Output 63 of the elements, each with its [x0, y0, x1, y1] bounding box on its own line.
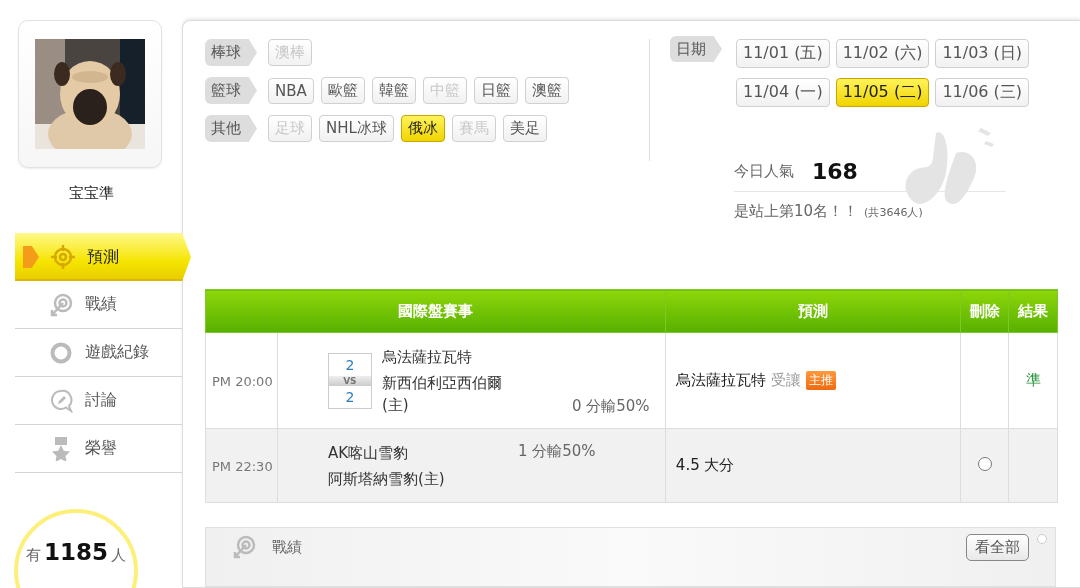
- league-button[interactable]: 韓籃: [371, 77, 416, 104]
- rank-text: 是站上第10名！！: [734, 202, 859, 221]
- nav-item[interactable]: 戰績: [15, 281, 182, 329]
- nav-label: 討論: [85, 390, 117, 411]
- league-button[interactable]: 日籃: [473, 77, 518, 104]
- nav-label: 戰績: [85, 294, 117, 315]
- column-header: 國際盤賽事: [205, 289, 666, 333]
- match-time: PM 20:00: [211, 373, 273, 389]
- date-button[interactable]: 11/05 (二): [835, 78, 930, 107]
- column-header: 結果: [1008, 289, 1058, 333]
- nav-item[interactable]: 預測: [15, 233, 191, 281]
- card-title: 戰績: [272, 537, 303, 557]
- nav-item[interactable]: 討論: [15, 377, 182, 425]
- date-button[interactable]: 11/01 (五): [736, 39, 830, 68]
- team-name: 烏法薩拉瓦特: [381, 346, 473, 368]
- handicap-text: 1 分輸50%: [517, 441, 596, 461]
- handicap-text: 0 分輸50%: [571, 396, 650, 416]
- nav-item[interactable]: 榮譽: [15, 425, 182, 473]
- match-time: PM 22:30: [211, 458, 273, 474]
- vs-label: VS: [328, 375, 371, 386]
- column-header: 預測: [665, 289, 961, 333]
- recommend-badge: 主推: [805, 371, 836, 390]
- target-arrow-icon: [232, 535, 256, 559]
- league-button[interactable]: 俄冰: [400, 115, 445, 142]
- date-button[interactable]: 11/06 (三): [935, 78, 1030, 107]
- prediction-text: 烏法薩拉瓦特: [675, 371, 766, 390]
- chat-icon: [49, 388, 73, 413]
- league-button[interactable]: 歐籃: [320, 77, 365, 104]
- handicap-note: 受讓: [770, 371, 801, 390]
- result-text: 準: [1025, 371, 1041, 389]
- team-name: 阿斯塔納雪豹(主): [327, 468, 446, 490]
- ring-icon: [49, 340, 73, 365]
- score: 2: [345, 355, 355, 375]
- delete-radio[interactable]: [977, 456, 992, 471]
- league-button[interactable]: 澳籃: [524, 77, 569, 104]
- popularity-value: 168: [812, 158, 858, 184]
- category-label: 其他: [205, 115, 257, 142]
- date-button[interactable]: 11/03 (日): [935, 39, 1030, 68]
- league-button[interactable]: NBA: [268, 77, 314, 104]
- date-label: 日期: [670, 36, 722, 62]
- view-all-button[interactable]: 看全部: [966, 533, 1029, 561]
- team-name: AK喀山雪豹: [327, 442, 409, 464]
- category-label: 籃球: [205, 77, 257, 104]
- pin-icon: [1037, 534, 1047, 544]
- date-button[interactable]: 11/04 (一): [736, 78, 830, 107]
- score: 2: [345, 387, 355, 407]
- date-button[interactable]: 11/02 (六): [835, 39, 930, 68]
- prediction-text: 4.5 大分: [675, 456, 735, 475]
- user-name: 宝宝準: [67, 184, 115, 203]
- popularity-label: 今日人氣: [734, 161, 794, 181]
- nav-label: 預測: [87, 246, 119, 268]
- nav-item[interactable]: 遊戲紀錄: [15, 329, 182, 377]
- nav-label: 榮譽: [85, 438, 117, 459]
- league-button[interactable]: NHL冰球: [319, 115, 394, 142]
- total-count: (共3646人): [864, 205, 923, 220]
- target-icon: [51, 245, 75, 269]
- target-arrow-icon: [49, 292, 73, 317]
- team-name: 新西伯利亞西伯爾(主): [381, 372, 503, 416]
- category-label: 棒球: [205, 39, 257, 66]
- league-button[interactable]: 美足: [502, 115, 547, 142]
- online-count: 有 1185 人: [26, 539, 126, 567]
- nav-label: 遊戲紀錄: [85, 342, 149, 363]
- column-header: 刪除: [960, 289, 1009, 333]
